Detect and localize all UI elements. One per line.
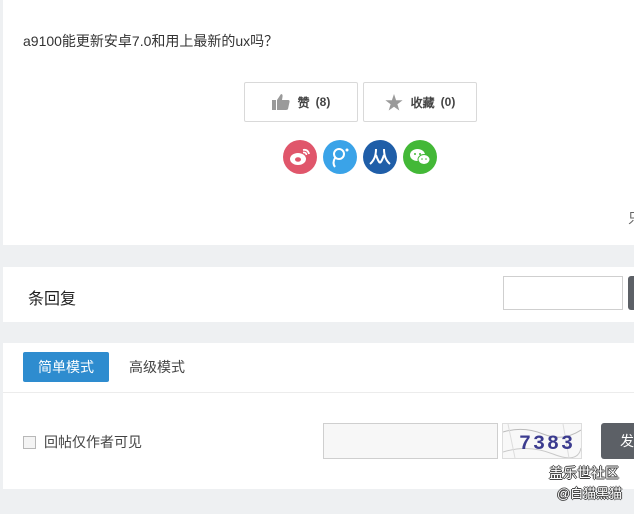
only-author-checkbox[interactable] [23,435,36,449]
share-renren-button[interactable] [363,140,397,174]
page-jump-input[interactable] [503,276,623,310]
renren-icon [369,148,391,165]
reply-count-bar: 条回复 [3,267,634,322]
captcha-input[interactable] [323,423,498,459]
page-jump-button[interactable] [628,276,634,310]
tab-advanced-mode[interactable]: 高级模式 [114,352,200,382]
post-content: a9100能更新安卓7.0和用上最新的ux吗？ [23,33,279,49]
watermark-line2: @白猫黑猫 [557,486,623,501]
truncated-label: 只 [628,208,634,228]
wechat-icon [410,149,431,165]
favorite-label: 收藏 [410,95,435,110]
weibo-icon [290,148,310,165]
only-author-label: 回帖仅作者可见 [44,434,142,450]
only-author-visible-option[interactable]: 回帖仅作者可见 [23,432,142,452]
submit-reply-button[interactable]: 发 [601,423,634,459]
like-count: (8) [315,95,331,109]
thumbs-up-icon [271,94,290,110]
captcha-image[interactable]: 7383 [502,423,582,459]
captcha-text: 7383 [519,433,575,456]
share-weibo-button[interactable] [283,140,317,174]
like-button[interactable]: 赞 (8) [244,82,358,122]
like-label: 赞 [297,95,310,110]
share-tencent-weibo-button[interactable] [323,140,357,174]
tab-simple-mode[interactable]: 简单模式 [23,352,109,382]
reply-editor: 简单模式 高级模式 回帖仅作者可见 7383 发 [3,343,634,489]
star-icon [385,93,403,110]
tencent-weibo-icon [332,148,349,168]
share-wechat-button[interactable] [403,140,437,174]
favorite-count: (0) [440,95,456,109]
reply-count-title: 条回复 [28,291,77,308]
watermark-line1: 盖乐世社区 [549,465,619,481]
favorite-button[interactable]: 收藏 (0) [363,82,477,122]
post-card: a9100能更新安卓7.0和用上最新的ux吗？ 赞 (8) 收藏 (0) [3,0,634,245]
tab-divider [3,392,634,393]
